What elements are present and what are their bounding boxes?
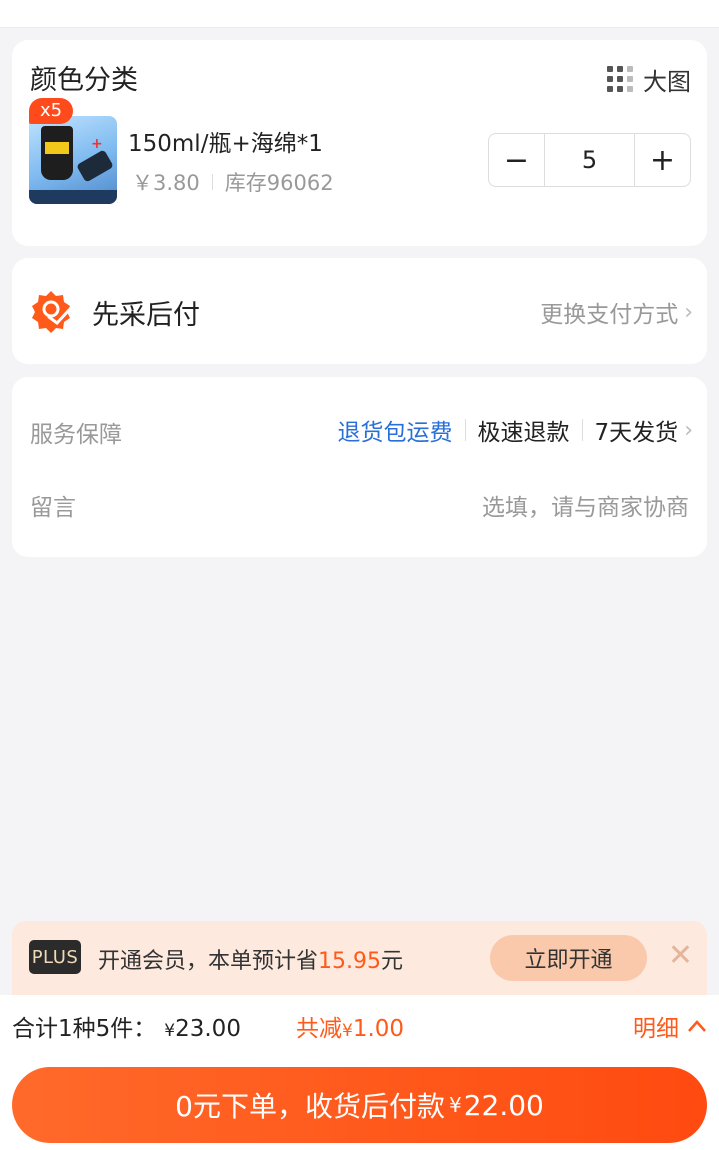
decrease-button[interactable]: − xyxy=(489,134,544,186)
sku-stock: 库存96062 xyxy=(224,171,334,195)
sku-card: 颜色分类 大图 + x5 150ml/瓶+海绵*1 ￥3.80 库存96062 … xyxy=(12,40,707,246)
change-payment-link[interactable]: 更换支付方式 › xyxy=(540,295,693,329)
top-bar xyxy=(0,0,719,28)
service-card: 服务保障 退货包运费 极速退款 7天发货 › 留言 选填，请与商家协商 xyxy=(12,377,707,557)
sku-name: 150ml/瓶+海绵*1 xyxy=(128,131,323,157)
checkout-bar: 合计1种5件： ¥23.00 共减¥1.00 明细 0元下单，收货后付款 ¥22.… xyxy=(0,995,719,1150)
close-icon[interactable]: ✕ xyxy=(668,941,693,971)
open-membership-button[interactable]: 立即开通 xyxy=(490,935,647,981)
item-count-label: 合计1种5件： xyxy=(12,1016,157,1042)
sku-price: ￥3.80 xyxy=(132,171,200,195)
seven-day-shipping-tag: 7天发货 xyxy=(594,420,679,446)
quantity-stepper: − 5 + xyxy=(488,133,691,187)
message-input[interactable]: 选填，请与商家协商 xyxy=(482,488,689,522)
message-label: 留言 xyxy=(30,495,76,521)
big-image-toggle[interactable]: 大图 xyxy=(607,62,691,97)
tag-divider xyxy=(581,419,583,441)
membership-text-suffix: 元 xyxy=(381,949,404,974)
discount-value: 1.00 xyxy=(352,1016,405,1042)
submit-label: 0元下单，收货后付款 xyxy=(175,1090,445,1123)
discount-currency: ¥ xyxy=(342,1021,353,1041)
grid-icon xyxy=(607,65,635,94)
plus-logo: PLUS xyxy=(29,940,81,974)
service-guarantee-label: 服务保障 xyxy=(30,422,122,448)
pay-later-label: 先采后付 xyxy=(92,300,200,331)
fast-refund-tag: 极速退款 xyxy=(477,420,570,446)
product-thumbnail[interactable]: + xyxy=(29,116,117,204)
color-category-title: 颜色分类 xyxy=(30,65,138,96)
submit-order-button[interactable]: 0元下单，收货后付款 ¥22.00 xyxy=(12,1067,707,1143)
change-payment-label: 更换支付方式 xyxy=(540,302,679,328)
chevron-right-icon: › xyxy=(684,299,693,325)
detail-label: 明细 xyxy=(633,1016,679,1042)
sponge-image xyxy=(76,149,114,183)
chevron-up-icon xyxy=(688,1020,706,1032)
chevron-right-icon: › xyxy=(684,417,693,443)
total-value: 23.00 xyxy=(175,1016,241,1042)
thumbnail-band xyxy=(29,190,117,204)
discount-label: 共减 xyxy=(296,1016,342,1042)
submit-amount: 22.00 xyxy=(463,1088,544,1122)
total-amount: ¥23.00 xyxy=(164,1016,241,1042)
increase-button[interactable]: + xyxy=(635,134,690,186)
membership-text-prefix: 开通会员，本单预计省 xyxy=(98,949,319,974)
service-tags[interactable]: 退货包运费 极速退款 7天发货 › xyxy=(338,413,693,447)
submit-currency: ¥ xyxy=(448,1093,462,1117)
total-currency: ¥ xyxy=(164,1021,176,1041)
big-image-label: 大图 xyxy=(643,68,691,96)
quantity-badge: x5 xyxy=(29,98,74,124)
discount-summary: 共减¥1.00 xyxy=(296,1009,404,1043)
quantity-value[interactable]: 5 xyxy=(544,134,635,186)
membership-banner: PLUS 开通会员，本单预计省15.95元 立即开通 ✕ xyxy=(12,921,707,995)
membership-saving: 15.95 xyxy=(318,949,381,974)
detail-toggle[interactable]: 明细 xyxy=(633,1009,707,1043)
pay-later-icon xyxy=(32,291,71,333)
return-shipping-tag: 退货包运费 xyxy=(337,420,453,446)
total-summary: 合计1种5件： ¥23.00 xyxy=(12,1009,241,1043)
bottle-image xyxy=(41,126,73,180)
payment-card[interactable]: 先采后付 更换支付方式 › xyxy=(12,258,707,364)
membership-text: 开通会员，本单预计省15.95元 xyxy=(98,943,403,975)
sku-meta: ￥3.80 库存96062 xyxy=(132,167,334,197)
tag-divider xyxy=(464,419,466,441)
meta-divider xyxy=(211,174,213,190)
